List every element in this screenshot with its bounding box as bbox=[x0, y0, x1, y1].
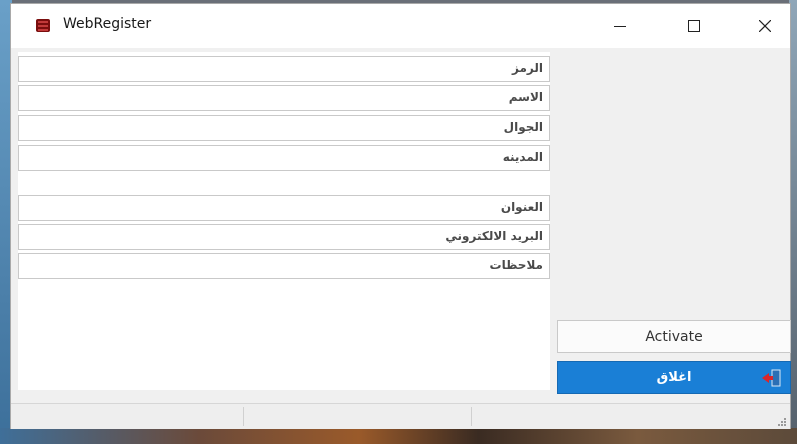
close-icon bbox=[759, 20, 771, 32]
status-separator bbox=[243, 407, 244, 426]
city-label: المدينه bbox=[502, 150, 543, 164]
name-label: الاسم bbox=[508, 90, 543, 104]
title-bar[interactable]: WebRegister bbox=[11, 4, 790, 48]
minimize-button[interactable] bbox=[597, 4, 643, 48]
code-label: الرمز bbox=[512, 61, 543, 75]
name-field[interactable]: الاسم bbox=[18, 85, 550, 111]
close-button-label: اغلاق bbox=[656, 370, 692, 385]
desktop-background-bottom bbox=[0, 428, 797, 444]
close-button[interactable]: اغلاق bbox=[557, 361, 791, 394]
close-window-button[interactable] bbox=[742, 4, 788, 48]
notes-label: ملاحظات bbox=[489, 258, 543, 272]
mobile-field[interactable]: الجوال bbox=[18, 115, 550, 141]
code-field[interactable]: الرمز bbox=[18, 56, 550, 82]
form-panel: الرمز الاسم الجوال المدينه العنوان البري… bbox=[18, 52, 550, 390]
city-field[interactable]: المدينه bbox=[18, 145, 550, 171]
email-field[interactable]: البريد الالكتروني bbox=[18, 224, 550, 250]
notes-field[interactable]: ملاحظات bbox=[18, 253, 550, 279]
maximize-icon bbox=[688, 20, 700, 32]
activate-button[interactable]: Activate bbox=[557, 320, 791, 353]
minimize-icon bbox=[614, 26, 626, 27]
mobile-label: الجوال bbox=[503, 120, 543, 134]
exit-door-icon bbox=[762, 369, 781, 387]
status-bar bbox=[11, 403, 790, 429]
maximize-button[interactable] bbox=[671, 4, 717, 48]
resize-grip-icon[interactable] bbox=[777, 417, 787, 427]
books-icon bbox=[36, 19, 50, 32]
webregister-window: WebRegister الرمز الاسم الجوال المدينه ا… bbox=[10, 3, 791, 429]
email-label: البريد الالكتروني bbox=[445, 229, 543, 243]
client-area: الرمز الاسم الجوال المدينه العنوان البري… bbox=[11, 48, 791, 429]
address-field[interactable]: العنوان bbox=[18, 195, 550, 221]
activate-button-label: Activate bbox=[645, 328, 703, 345]
status-separator bbox=[471, 407, 472, 426]
address-label: العنوان bbox=[500, 200, 543, 214]
window-title: WebRegister bbox=[63, 16, 152, 32]
